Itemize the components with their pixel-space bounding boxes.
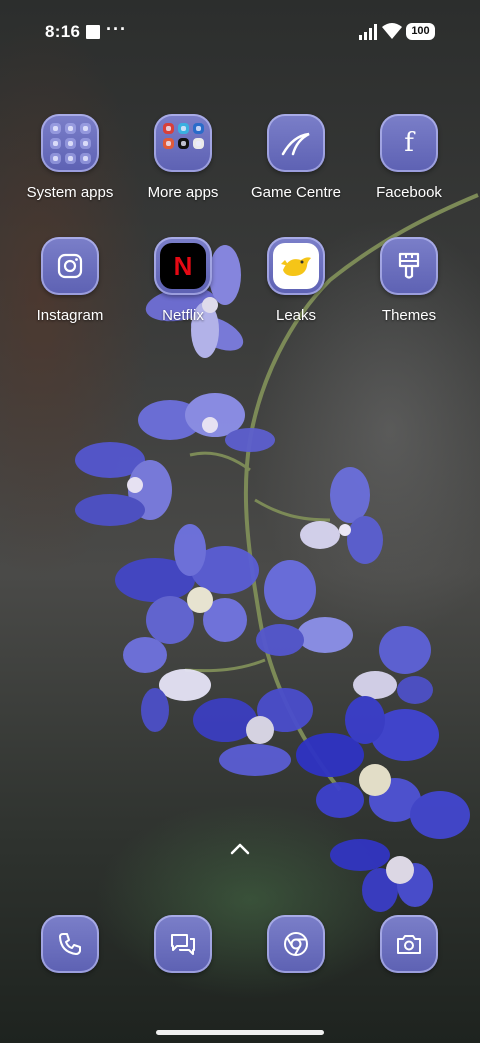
folder-icon [154, 114, 212, 172]
app-netflix[interactable]: N Netflix [133, 237, 233, 324]
messages-icon [154, 915, 212, 973]
instagram-icon [41, 237, 99, 295]
themes-brush-icon [380, 237, 438, 295]
dock-camera-app[interactable] [380, 915, 438, 973]
folder-icon [41, 114, 99, 172]
app-label: System apps [26, 184, 114, 201]
app-drawer-chevron-up-icon[interactable] [229, 842, 251, 856]
home-indicator-bar[interactable] [156, 1030, 324, 1035]
app-more-apps-folder[interactable]: More apps [133, 114, 233, 201]
wifi-icon [382, 23, 402, 39]
signal-icon [359, 24, 377, 40]
app-label: Netflix [162, 307, 204, 324]
phone-icon [41, 915, 99, 973]
leaks-bird-icon [267, 237, 325, 295]
more-notifications-icon: ··· [106, 19, 127, 39]
app-label: Game Centre [250, 184, 342, 201]
camera-icon [380, 915, 438, 973]
app-label: More apps [147, 184, 219, 201]
app-themes[interactable]: Themes [359, 237, 459, 324]
dock-chrome-app[interactable] [267, 915, 325, 973]
app-label: Facebook [376, 184, 442, 201]
status-time: 8:16 [45, 22, 81, 41]
game-centre-icon [267, 114, 325, 172]
app-game-centre[interactable]: Game Centre [246, 114, 346, 201]
battery-icon: 100 [406, 23, 435, 40]
dock-messages-app[interactable] [154, 915, 212, 973]
facebook-letter: f [404, 128, 414, 158]
status-bar: 8:16 ··· 100 [0, 0, 480, 64]
facebook-icon: f [380, 114, 438, 172]
app-leaks[interactable]: Leaks [246, 237, 346, 324]
app-label: Instagram [36, 307, 104, 324]
netflix-letter: N [173, 250, 193, 281]
app-label: Leaks [275, 307, 317, 324]
app-system-apps-folder[interactable]: System apps [20, 114, 120, 201]
netflix-icon: N [154, 237, 212, 295]
app-label: Themes [381, 307, 437, 324]
app-facebook[interactable]: f Facebook [359, 114, 459, 201]
dock-phone-app[interactable] [41, 915, 99, 973]
chrome-icon [267, 915, 325, 973]
app-instagram[interactable]: Instagram [20, 237, 120, 324]
notification-square-icon [86, 25, 100, 39]
